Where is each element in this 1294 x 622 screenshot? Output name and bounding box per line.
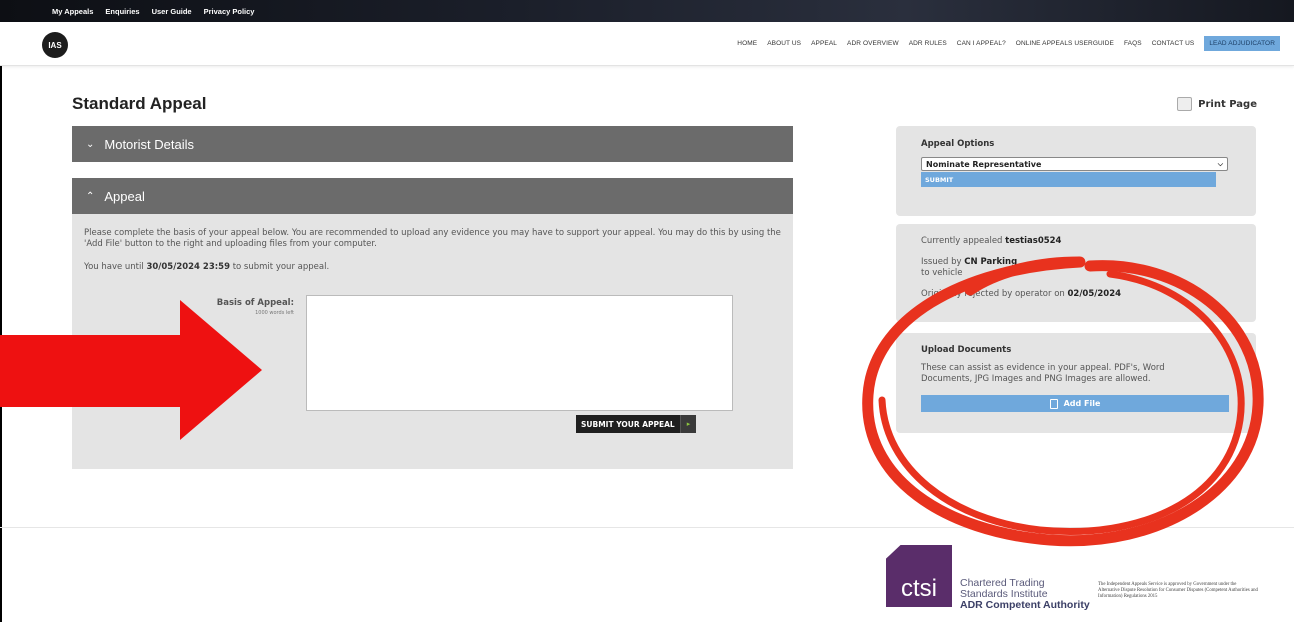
red-circle-annotation-stroke-2: [878, 270, 1245, 535]
annotation-circle-svg: [862, 256, 1264, 547]
red-circle-annotation: [862, 256, 1264, 547]
